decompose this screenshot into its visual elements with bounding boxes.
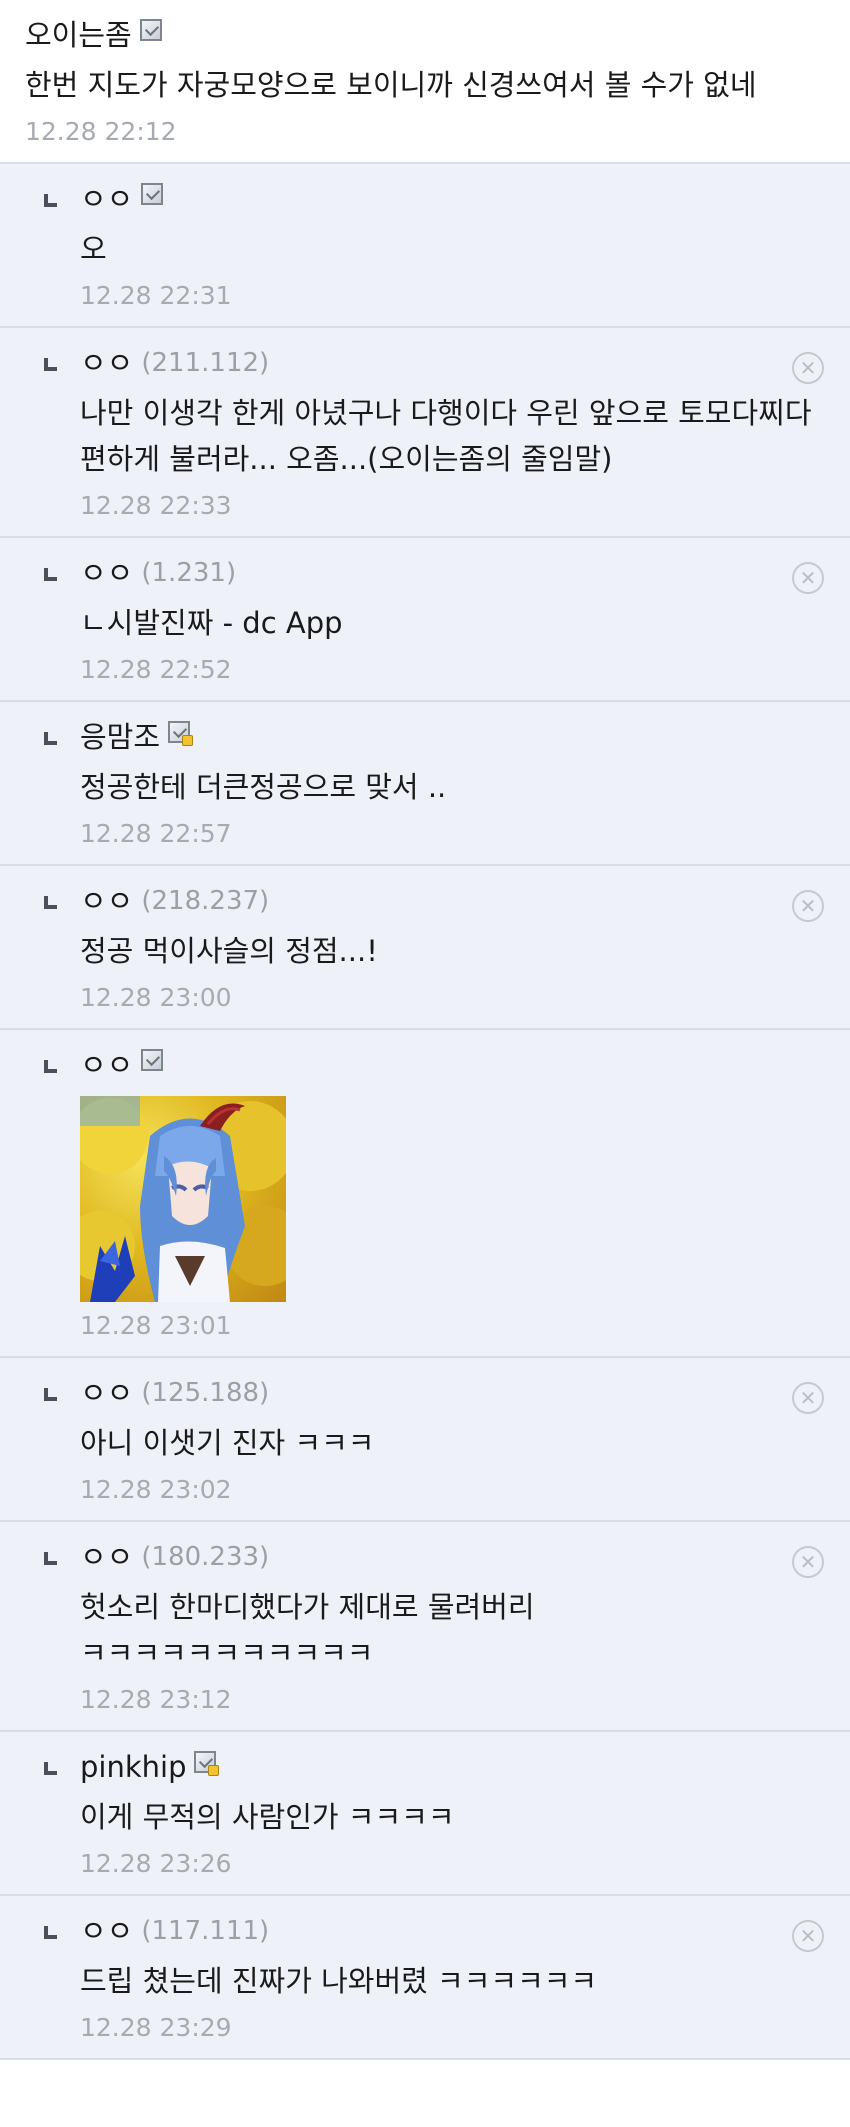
reply-item: ㅇㅇ 12.28 23:01 xyxy=(0,1030,850,1358)
reply-nickname[interactable]: pinkhip xyxy=(80,1748,186,1786)
reply-item: ㅇㅇ (117.111) 드립 쳤는데 진짜가 나와버렸 ㅋㅋㅋㅋㅋㅋ 12.2… xyxy=(0,1896,850,2060)
gallog-fixed-badge-icon[interactable] xyxy=(194,1751,220,1776)
reply-header: 응맘조 xyxy=(80,718,826,756)
reply-timestamp: 12.28 23:12 xyxy=(80,1685,232,1714)
comment-thread: 오이는좀 한번 지도가 자궁모양으로 보이니까 신경쓰여서 볼 수가 없네 12… xyxy=(0,0,850,2060)
reply-timestamp: 12.28 23:29 xyxy=(80,2013,232,2042)
reply-text: 헛소리 한마디했다가 제대로 물려버리 ㅋㅋㅋㅋㅋㅋㅋㅋㅋㅋㅋ xyxy=(80,1590,535,1670)
reply-text: 나만 이생각 한게 아녔구나 다행이다 우린 앞으로 토모다찌다 편하게 불러라… xyxy=(80,396,812,476)
comment-nickname[interactable]: 오이는좀 xyxy=(25,16,132,54)
reply-timestamp: 12.28 23:26 xyxy=(80,1849,232,1878)
reply-arrow-icon xyxy=(44,568,57,581)
reply-header: pinkhip xyxy=(80,1748,826,1786)
reply-item: ㅇㅇ 오 12.28 22:31 xyxy=(0,164,850,328)
reply-nickname[interactable]: ㅇㅇ xyxy=(80,180,133,218)
reply-item: 응맘조 정공한테 더큰정공으로 맞서 .. 12.28 22:57 xyxy=(0,702,850,866)
reply-ip: (1.231) xyxy=(141,558,237,588)
reply-arrow-icon xyxy=(44,1926,57,1939)
reply-item: ㅇㅇ (1.231) ㄴ시발진짜 - dc App 12.28 22:52 ✕ xyxy=(0,538,850,702)
delete-circle-x-icon[interactable]: ✕ xyxy=(792,1920,824,1952)
reply-item: ㅇㅇ (180.233) 헛소리 한마디했다가 제대로 물려버리 ㅋㅋㅋㅋㅋㅋㅋ… xyxy=(0,1522,850,1732)
reply-ip: (117.111) xyxy=(141,1916,270,1946)
reply-ip: (211.112) xyxy=(141,348,270,378)
reply-nickname[interactable]: ㅇㅇ xyxy=(80,1538,133,1576)
reply-arrow-icon xyxy=(44,1388,57,1401)
delete-circle-x-icon[interactable]: ✕ xyxy=(792,352,824,384)
reply-ip: (218.237) xyxy=(141,886,270,916)
gallog-badge-icon[interactable] xyxy=(141,1049,164,1071)
delete-circle-x-icon[interactable]: ✕ xyxy=(792,890,824,922)
reply-text: 정공한테 더큰정공으로 맞서 .. xyxy=(80,770,447,804)
reply-header: ㅇㅇ (211.112) xyxy=(80,344,826,382)
reply-header: ㅇㅇ (180.233) xyxy=(80,1538,826,1576)
gallog-badge-icon[interactable] xyxy=(139,19,162,41)
reply-header: ㅇㅇ (218.237) xyxy=(80,882,826,920)
delete-circle-x-icon[interactable]: ✕ xyxy=(792,562,824,594)
reply-arrow-icon xyxy=(44,732,57,745)
reply-text: 오 xyxy=(80,232,107,266)
gallog-fixed-badge-icon[interactable] xyxy=(168,721,194,746)
reply-arrow-icon xyxy=(44,1552,57,1565)
reply-timestamp: 12.28 22:57 xyxy=(80,819,232,848)
comment-timestamp: 12.28 22:12 xyxy=(25,117,177,146)
reply-item: pinkhip 이게 무적의 사람인가 ㅋㅋㅋㅋ 12.28 23:26 xyxy=(0,1732,850,1896)
reply-timestamp: 12.28 22:31 xyxy=(80,281,232,310)
reply-text: ㄴ시발진짜 - dc App xyxy=(80,606,343,640)
reply-ip: (125.188) xyxy=(141,1378,270,1408)
reply-nickname[interactable]: ㅇㅇ xyxy=(80,344,133,382)
reply-timestamp: 12.28 22:52 xyxy=(80,655,232,684)
comment-header: 오이는좀 xyxy=(25,16,825,54)
reply-arrow-icon xyxy=(44,358,57,371)
reply-item: ㅇㅇ (211.112) 나만 이생각 한게 아녔구나 다행이다 우린 앞으로 … xyxy=(0,328,850,538)
comment-text: 한번 지도가 자궁모양으로 보이니까 신경쓰여서 볼 수가 없네 xyxy=(25,68,757,102)
reply-ip: (180.233) xyxy=(141,1542,270,1572)
reply-nickname[interactable]: ㅇㅇ xyxy=(80,1912,133,1950)
reply-header: ㅇㅇ (125.188) xyxy=(80,1374,826,1412)
delete-circle-x-icon[interactable]: ✕ xyxy=(792,1546,824,1578)
reply-header: ㅇㅇ xyxy=(80,180,826,218)
reply-header: ㅇㅇ (1.231) xyxy=(80,554,826,592)
reply-header: ㅇㅇ xyxy=(80,1046,826,1084)
reply-nickname[interactable]: ㅇㅇ xyxy=(80,1374,133,1412)
reply-timestamp: 12.28 23:02 xyxy=(80,1475,232,1504)
reply-image-attachment[interactable] xyxy=(80,1096,286,1302)
delete-circle-x-icon[interactable]: ✕ xyxy=(792,1382,824,1414)
reply-item: ㅇㅇ (218.237) 정공 먹이사슬의 정점...! 12.28 23:00… xyxy=(0,866,850,1030)
reply-text: 아니 이샛기 진자 ㅋㅋㅋ xyxy=(80,1426,375,1460)
reply-nickname[interactable]: ㅇㅇ xyxy=(80,1046,133,1084)
anime-character-thumbnail xyxy=(80,1096,286,1302)
reply-text: 정공 먹이사슬의 정점...! xyxy=(80,934,378,968)
reply-nickname[interactable]: ㅇㅇ xyxy=(80,882,133,920)
reply-item: ㅇㅇ (125.188) 아니 이샛기 진자 ㅋㅋㅋ 12.28 23:02 ✕ xyxy=(0,1358,850,1522)
reply-nickname[interactable]: ㅇㅇ xyxy=(80,554,133,592)
reply-timestamp: 12.28 22:33 xyxy=(80,491,232,520)
comment-item: 오이는좀 한번 지도가 자궁모양으로 보이니까 신경쓰여서 볼 수가 없네 12… xyxy=(0,0,850,164)
reply-nickname[interactable]: 응맘조 xyxy=(80,718,160,756)
reply-header: ㅇㅇ (117.111) xyxy=(80,1912,826,1950)
reply-arrow-icon xyxy=(44,1060,57,1073)
reply-text: 이게 무적의 사람인가 ㅋㅋㅋㅋ xyxy=(80,1800,455,1834)
reply-timestamp: 12.28 23:00 xyxy=(80,983,232,1012)
reply-timestamp: 12.28 23:01 xyxy=(80,1311,232,1340)
reply-arrow-icon xyxy=(44,194,57,207)
reply-arrow-icon xyxy=(44,896,57,909)
gallog-badge-icon[interactable] xyxy=(141,183,164,205)
reply-text: 드립 쳤는데 진짜가 나와버렸 ㅋㅋㅋㅋㅋㅋ xyxy=(80,1964,598,1998)
reply-arrow-icon xyxy=(44,1762,57,1775)
